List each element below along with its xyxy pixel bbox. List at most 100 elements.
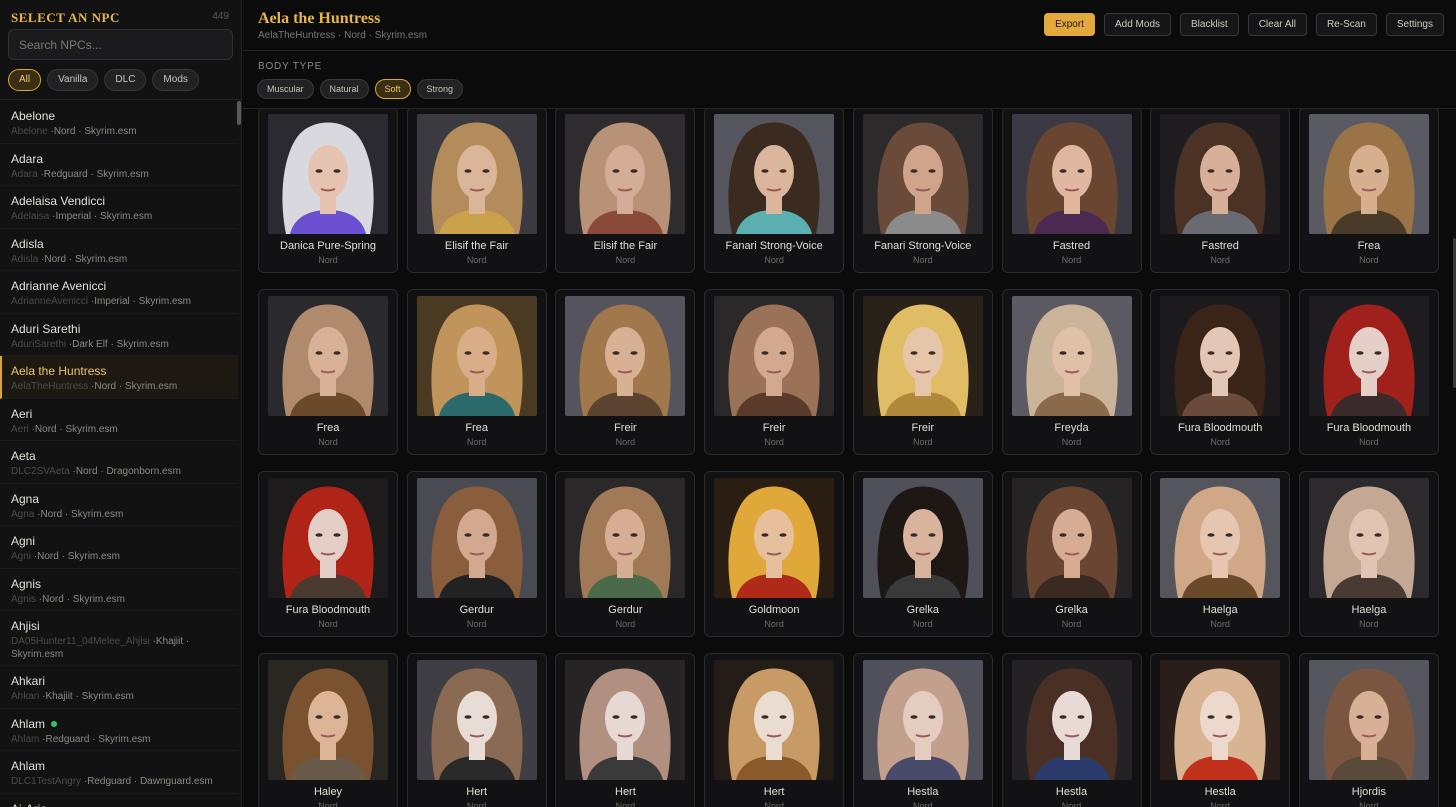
preset-card[interactable]: Goldmoon Nord [704, 471, 845, 637]
preset-card[interactable]: Grelka Nord [852, 471, 993, 637]
preset-portrait[interactable] [268, 114, 388, 234]
preset-card[interactable]: Hert Nord [406, 653, 547, 807]
npc-list-item[interactable]: Ahkari Ahkari ·Khajiit · Skyrim.esm [0, 666, 238, 709]
filter-chip-dlc[interactable]: DLC [104, 69, 147, 91]
preset-portrait[interactable] [714, 478, 835, 598]
preset-card[interactable]: Freir Nord [704, 289, 845, 455]
body-type-natural[interactable]: Natural [319, 79, 369, 99]
re-scan-button[interactable]: Re-Scan [1315, 13, 1377, 36]
preset-card[interactable]: Hert Nord [555, 653, 696, 807]
npc-list-item[interactable]: Agna Agna ·Nord · Skyrim.esm [0, 484, 238, 526]
preset-card[interactable]: Freir Nord [555, 289, 696, 455]
filter-chip-vanilla[interactable]: Vanilla [47, 69, 99, 91]
export-button[interactable]: Export [1044, 13, 1095, 36]
preset-portrait[interactable] [1011, 296, 1132, 416]
npc-list-item[interactable]: Ai-Aria [0, 794, 238, 807]
preset-portrait[interactable] [1160, 660, 1281, 780]
preset-card[interactable]: Frea Nord [1298, 109, 1439, 273]
preset-portrait[interactable] [565, 478, 686, 598]
npc-list-item[interactable]: Agni Agni ·Nord · Skyrim.esm [0, 526, 238, 569]
preset-portrait[interactable] [1160, 114, 1281, 234]
preset-card[interactable]: Fastred Nord [1150, 109, 1291, 273]
blacklist-button[interactable]: Blacklist [1180, 13, 1239, 36]
preset-portrait[interactable] [862, 296, 983, 416]
preset-card[interactable]: Fanari Strong-Voice Nord [852, 109, 993, 273]
preset-card[interactable]: Fura Bloodmouth Nord [1150, 289, 1291, 455]
npc-list-item[interactable]: Aeta DLC2SVAeta ·Nord · Dragonborn.esm [0, 441, 238, 484]
left-eye [761, 533, 769, 537]
npc-list-item[interactable]: Agnis Agnis ·Nord · Skyrim.esm [0, 569, 238, 611]
npc-list-item[interactable]: Aeri Aeri ·Nord · Skyrim.esm [0, 399, 238, 441]
preset-card[interactable]: Elisif the Fair Nord [555, 109, 696, 273]
npc-list-item[interactable]: Abelone Abelone ·Nord · Skyrim.esm [0, 101, 238, 144]
preset-card[interactable]: Fastred Nord [1001, 109, 1142, 273]
preset-portrait[interactable] [862, 660, 983, 780]
preset-portrait[interactable] [416, 296, 537, 416]
npc-list-scrollbar[interactable] [237, 101, 241, 125]
preset-card[interactable]: Danica Pure-Spring Nord [258, 109, 398, 273]
preset-card[interactable]: Fanari Strong-Voice Nord [704, 109, 845, 273]
npc-list-item[interactable]: Adara Adara ·Redguard · Skyrim.esm [0, 144, 238, 186]
preset-card[interactable]: Gerdur Nord [555, 471, 696, 637]
preset-portrait[interactable] [416, 660, 537, 780]
add-mods-button[interactable]: Add Mods [1103, 13, 1172, 36]
preset-portrait[interactable] [1160, 296, 1281, 416]
npc-list-item[interactable]: Adrianne Avenicci AdrianneAvenicci ·Imper… [0, 271, 238, 314]
preset-card[interactable]: Hestla Nord [852, 653, 993, 807]
preset-card[interactable]: Elisif the Fair Nord [406, 109, 547, 273]
preset-portrait[interactable] [565, 660, 686, 780]
preset-portrait[interactable] [714, 296, 835, 416]
preset-card[interactable]: Gerdur Nord [406, 471, 547, 637]
npc-list-item[interactable]: Adelaisa Vendicci Adelaisa ·Imperial · Sk… [0, 186, 238, 229]
preset-portrait[interactable] [714, 114, 835, 234]
preset-portrait[interactable] [1308, 114, 1429, 234]
filter-chip-all[interactable]: All [8, 69, 42, 91]
body-type-muscular[interactable]: Muscular [257, 79, 314, 99]
filter-chip-mods[interactable]: Mods [152, 69, 199, 91]
npc-list-item[interactable]: Ahjisi DA05Hunter11_04Melee_Ahjisi ·Khaji… [0, 611, 238, 666]
preset-portrait[interactable] [1308, 660, 1429, 780]
preset-card[interactable]: Hestla Nord [1150, 653, 1291, 807]
preset-portrait[interactable] [1011, 478, 1132, 598]
search-input[interactable] [19, 30, 222, 59]
preset-portrait[interactable] [1308, 478, 1429, 598]
preset-card[interactable]: Hjordis Nord [1298, 653, 1439, 807]
preset-portrait[interactable] [1160, 478, 1281, 598]
body-type-soft[interactable]: Soft [374, 79, 411, 99]
body-type-strong[interactable]: Strong [416, 79, 464, 99]
preset-portrait[interactable] [1308, 296, 1429, 416]
preset-portrait[interactable] [1011, 114, 1132, 234]
preset-portrait[interactable] [714, 660, 835, 780]
preset-portrait[interactable] [565, 114, 686, 234]
preset-portrait[interactable] [862, 478, 983, 598]
preset-portrait[interactable] [1011, 660, 1132, 780]
preset-portrait[interactable] [416, 114, 537, 234]
preset-card[interactable]: Haley Nord [258, 653, 398, 807]
preset-portrait[interactable] [268, 478, 388, 598]
clear-all-button[interactable]: Clear All [1247, 13, 1307, 36]
preset-card[interactable]: Haelga Nord [1150, 471, 1291, 637]
npc-list-item[interactable]: Aduri Sarethi AduriSarethi ·Dark Elf · Sk… [0, 314, 238, 356]
preset-card[interactable]: Hestla Nord [1001, 653, 1142, 807]
preset-card[interactable]: Fura Bloodmouth Nord [258, 471, 398, 637]
settings-button[interactable]: Settings [1385, 13, 1444, 36]
npc-list-item[interactable]: Aela the Huntress AelaTheHuntress ·Nord ·… [0, 356, 238, 399]
preset-portrait[interactable] [565, 296, 686, 416]
preset-card[interactable]: Freir Nord [852, 289, 993, 455]
npc-list-item[interactable]: Ahlam DLC1TestAngry ·Redguard · Dawnguard… [0, 751, 238, 794]
preset-card[interactable]: Freyda Nord [1001, 289, 1142, 455]
preset-portrait[interactable] [862, 114, 983, 234]
preset-card[interactable]: Grelka Nord [1001, 471, 1142, 637]
preset-card[interactable]: Haelga Nord [1298, 471, 1439, 637]
preset-card[interactable]: Frea Nord [258, 289, 398, 455]
search-box[interactable] [8, 29, 233, 60]
npc-list-item[interactable]: Adisla Adisla ·Nord · Skyrim.esm [0, 229, 238, 271]
preset-card[interactable]: Hert Nord [704, 653, 845, 807]
preset-portrait[interactable] [416, 478, 537, 598]
npc-list-item[interactable]: Ahlam Ahlam ·Redguard · Skyrim.esm [0, 709, 238, 751]
preset-card[interactable]: Frea Nord [406, 289, 547, 455]
preset-portrait[interactable] [268, 296, 388, 416]
preset-portrait[interactable] [268, 660, 388, 780]
preset-card[interactable]: Fura Bloodmouth Nord [1298, 289, 1439, 455]
npc-name: Ahlam [11, 759, 46, 773]
